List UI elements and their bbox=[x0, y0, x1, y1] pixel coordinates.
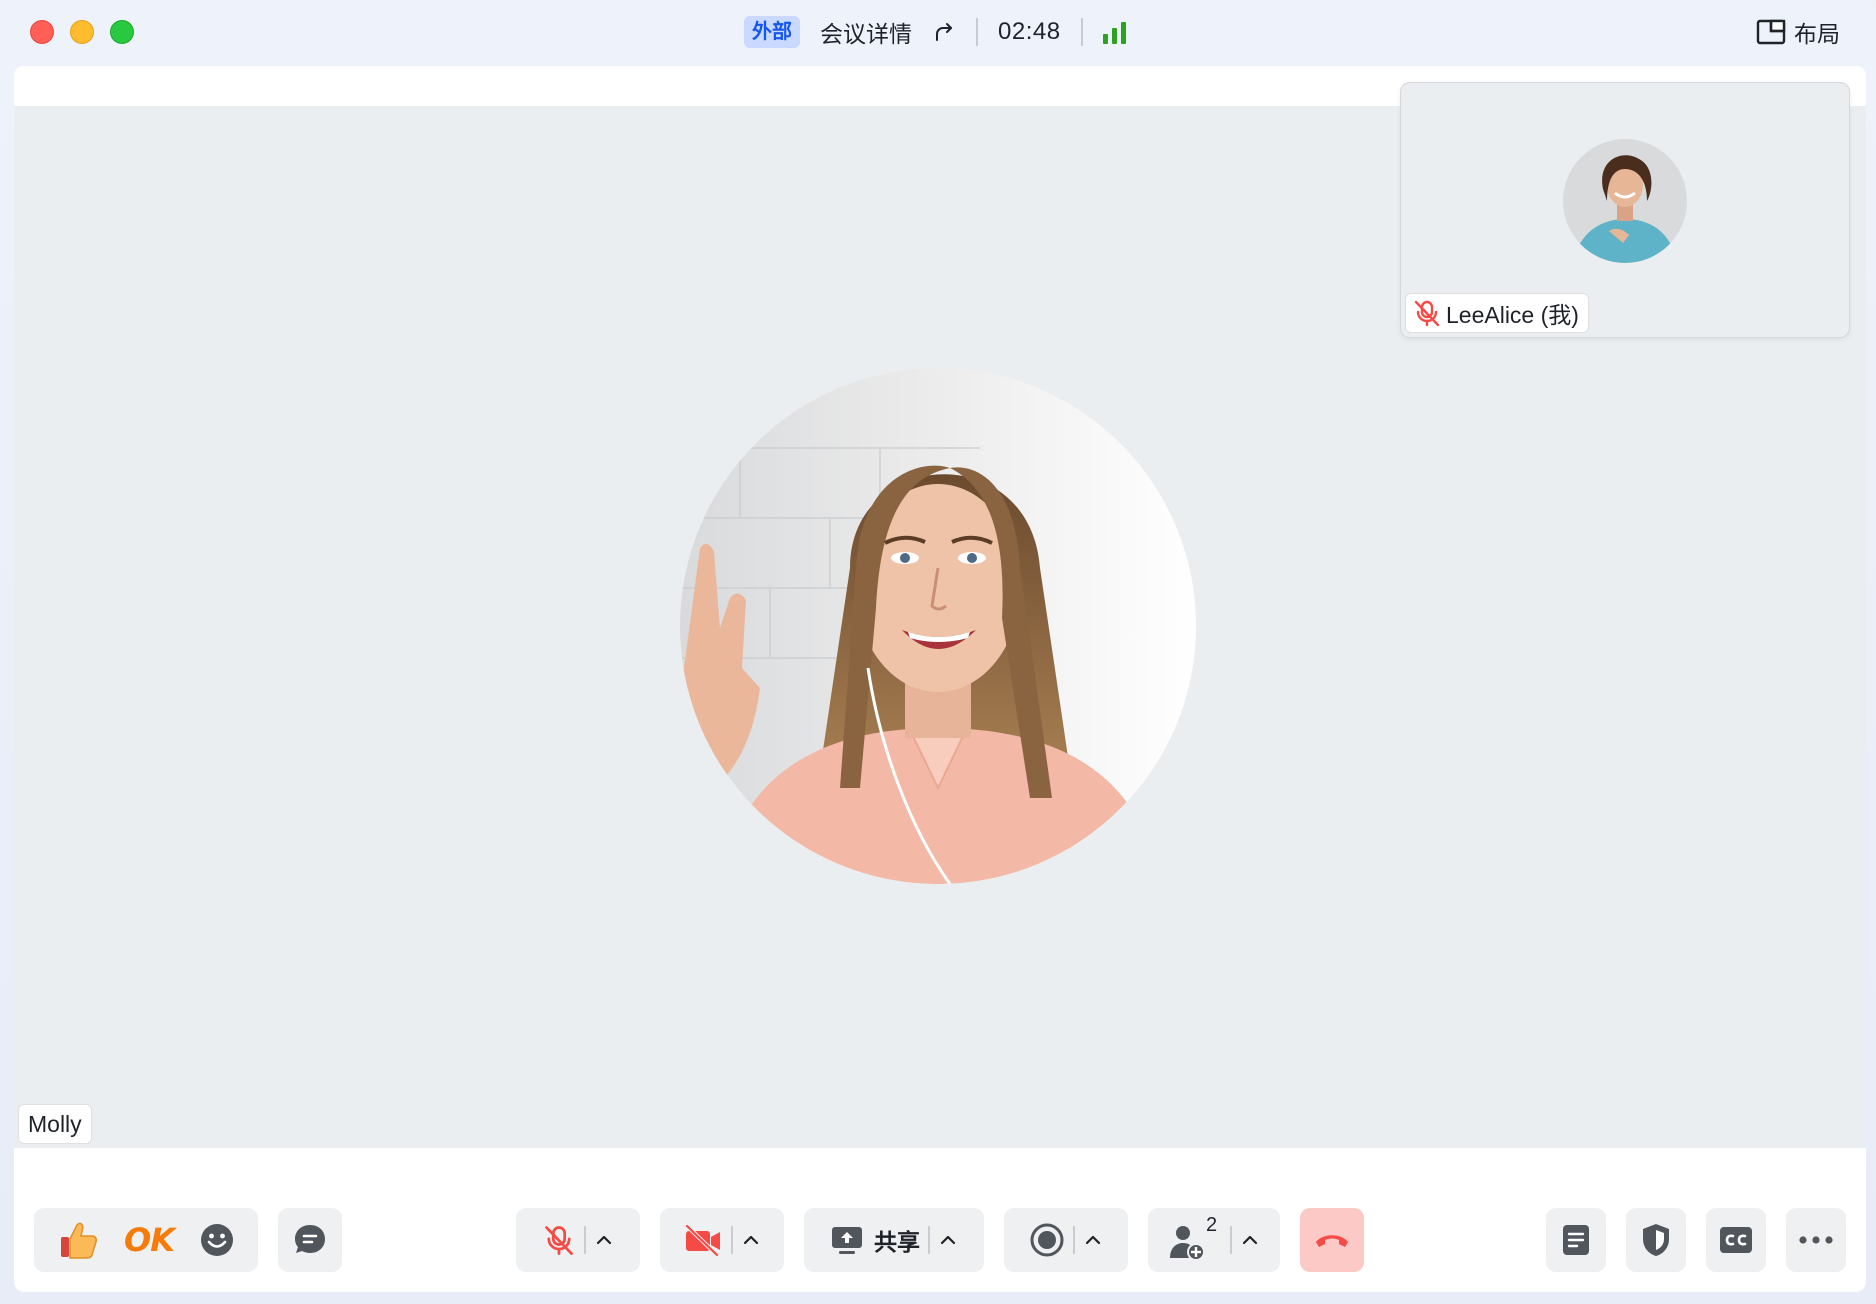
layout-icon bbox=[1756, 19, 1786, 45]
share-link-icon[interactable] bbox=[932, 20, 956, 44]
camera-button[interactable] bbox=[660, 1208, 784, 1272]
chevron-up-icon[interactable] bbox=[594, 1230, 614, 1250]
window-maximize-button[interactable] bbox=[110, 20, 134, 44]
chevron-up-icon[interactable] bbox=[938, 1230, 958, 1250]
captions-button[interactable] bbox=[1706, 1208, 1766, 1272]
main-participant-avatar bbox=[680, 368, 1196, 884]
self-video-tile[interactable]: LeeAlice (我) bbox=[1400, 82, 1850, 338]
closed-caption-icon bbox=[1720, 1227, 1752, 1253]
self-portrait bbox=[1563, 139, 1687, 263]
microphone-button[interactable] bbox=[516, 1208, 640, 1272]
hang-up-icon bbox=[1316, 1235, 1348, 1247]
document-icon bbox=[1563, 1225, 1589, 1255]
layout-button[interactable]: 布局 bbox=[1756, 16, 1840, 48]
meeting-window: 外部 会议详情 02:48 布局 Molly LeeAlice (我) OK 共… bbox=[0, 0, 1876, 1304]
participants-icon-wrap: 2 bbox=[1168, 1214, 1222, 1262]
shield-icon bbox=[1643, 1224, 1669, 1256]
chat-button[interactable] bbox=[278, 1208, 342, 1272]
separator bbox=[584, 1226, 586, 1254]
emoji-icon[interactable] bbox=[199, 1222, 235, 1258]
external-tag: 外部 bbox=[744, 16, 800, 48]
self-name-label: LeeAlice (我) bbox=[1446, 302, 1579, 328]
share-screen-button[interactable]: 共享 bbox=[804, 1208, 984, 1272]
leave-meeting-button[interactable] bbox=[1300, 1208, 1364, 1272]
layout-label: 布局 bbox=[1794, 21, 1840, 47]
record-button[interactable] bbox=[1004, 1208, 1128, 1272]
participants-button[interactable]: 2 bbox=[1148, 1208, 1280, 1272]
reactions-group: OK bbox=[34, 1208, 258, 1272]
mic-muted-icon bbox=[545, 1226, 573, 1255]
chat-bubble-icon bbox=[295, 1225, 325, 1253]
separator bbox=[976, 18, 978, 46]
meeting-timer: 02:48 bbox=[998, 18, 1061, 45]
meeting-detail-button[interactable]: 会议详情 bbox=[820, 15, 912, 49]
add-participant-icon bbox=[1170, 1226, 1205, 1261]
mic-muted-icon bbox=[1414, 300, 1440, 327]
main-participant-name-tag: Molly bbox=[18, 1104, 92, 1144]
separator bbox=[1073, 1226, 1075, 1254]
separator bbox=[1230, 1226, 1232, 1254]
self-name-tag: LeeAlice (我) bbox=[1405, 293, 1589, 333]
separator bbox=[731, 1226, 733, 1254]
more-options-button[interactable] bbox=[1786, 1208, 1846, 1272]
share-label: 共享 bbox=[874, 1229, 920, 1255]
share-screen-icon bbox=[832, 1227, 862, 1254]
chevron-up-icon[interactable] bbox=[1083, 1230, 1103, 1250]
window-close-button[interactable] bbox=[30, 20, 54, 44]
record-icon bbox=[1030, 1223, 1064, 1257]
camera-off-icon bbox=[685, 1224, 720, 1257]
network-signal-icon[interactable] bbox=[1102, 20, 1126, 44]
more-dots-icon bbox=[1799, 1236, 1833, 1244]
thumbs-up-icon[interactable] bbox=[57, 1219, 99, 1261]
separator bbox=[928, 1226, 930, 1254]
self-avatar bbox=[1563, 139, 1687, 263]
notes-button[interactable] bbox=[1546, 1208, 1606, 1272]
meeting-info-bar: 外部 会议详情 02:48 bbox=[744, 14, 1126, 50]
participant-portrait bbox=[680, 368, 1196, 884]
ok-reaction-button[interactable]: OK bbox=[124, 1221, 175, 1259]
chevron-up-icon[interactable] bbox=[1240, 1230, 1260, 1250]
title-bar: 外部 会议详情 02:48 布局 bbox=[0, 0, 1876, 66]
window-minimize-button[interactable] bbox=[70, 20, 94, 44]
separator bbox=[1080, 18, 1083, 46]
security-button[interactable] bbox=[1626, 1208, 1686, 1272]
participant-count: 2 bbox=[1206, 1214, 1218, 1236]
chevron-up-icon[interactable] bbox=[741, 1230, 761, 1250]
